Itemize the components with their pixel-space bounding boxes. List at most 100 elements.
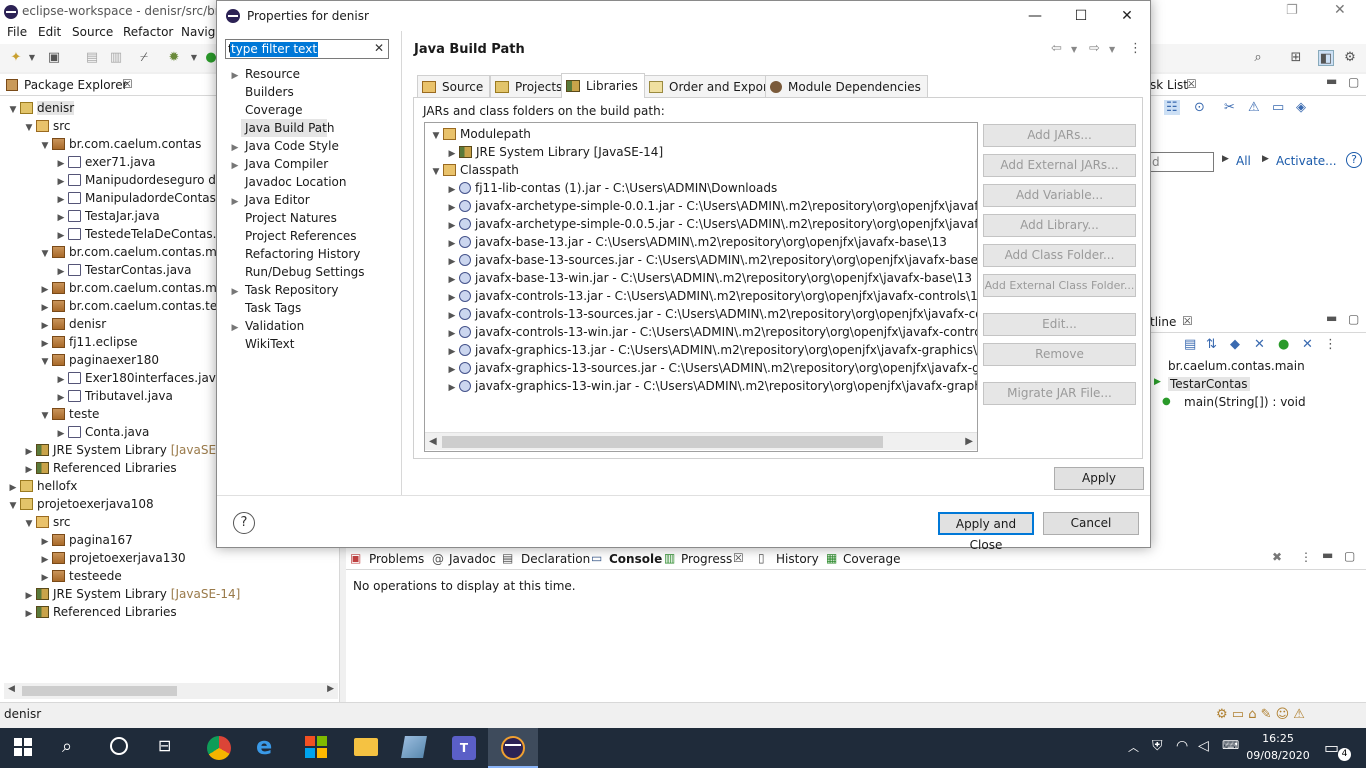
pkg-scroll-thumb[interactable]: [22, 686, 177, 696]
tray-expand-icon[interactable]: ︿: [1128, 739, 1139, 755]
dialog-minimize-button[interactable]: —: [1012, 5, 1058, 27]
add-library-button[interactable]: Add Library...: [983, 214, 1136, 237]
nav-item[interactable]: Project Natures: [225, 209, 393, 227]
package-tree-item[interactable]: ▶ Manipudordeseguro dev: [54, 171, 231, 189]
tab-progress[interactable]: Progress: [681, 552, 732, 566]
package-tree-item[interactable]: ▶ testeede: [38, 567, 122, 585]
view-menu-icon[interactable]: ⋮: [1324, 337, 1337, 352]
apply-button[interactable]: Apply: [1054, 467, 1144, 490]
package-tree-item[interactable]: ▶ Referenced Libraries: [22, 459, 177, 477]
scroll-left-icon[interactable]: ◀: [429, 433, 437, 451]
package-tree-item[interactable]: ▶ JRE System Library [JavaSE-14]: [22, 585, 241, 603]
task-toolbar-icon-1[interactable]: ☷: [1164, 100, 1180, 115]
task-view-icon[interactable]: ⊟: [158, 736, 171, 755]
nav-item[interactable]: Coverage: [225, 101, 393, 119]
tab-projects[interactable]: Projects: [490, 75, 570, 97]
collapse-arrow-icon[interactable]: ▼: [38, 353, 52, 371]
collapse-arrow-icon[interactable]: ▼: [429, 163, 443, 181]
dialog-close-button[interactable]: ✕: [1104, 5, 1150, 27]
jar-node[interactable]: ▶ fj11-lib-contas (1).jar - C:\Users\ADMI…: [445, 179, 778, 197]
task-toolbar-icon-2[interactable]: ⊙: [1194, 100, 1205, 115]
outline-collapse-icon[interactable]: ▤: [1184, 337, 1196, 352]
close-view-icon[interactable]: ☒: [122, 77, 133, 91]
outline-title[interactable]: tline: [1150, 315, 1176, 329]
package-tree-item[interactable]: ▶ br.com.caelum.contas.mod: [38, 279, 232, 297]
package-tree-item[interactable]: ▶ Tributavel.java: [54, 387, 173, 405]
package-tree-item[interactable]: ▶ Exer180interfaces.java: [54, 369, 224, 387]
package-tree-item[interactable]: ▶ br.com.caelum.contas.teste: [38, 297, 236, 315]
package-tree-item[interactable]: ▶ TestedeTelaDeContas.jav: [54, 225, 235, 243]
collapse-arrow-icon[interactable]: ▼: [6, 101, 20, 119]
tab-coverage[interactable]: Coverage: [843, 552, 901, 566]
save-all-icon[interactable]: ▥: [108, 50, 124, 66]
build-path-hscrollbar[interactable]: ◀ ▶: [425, 432, 977, 450]
nav-item[interactable]: Javadoc Location: [225, 173, 393, 191]
build-path-tree[interactable]: ▼ Modulepath ▶ JRE System Library [JavaSE-1…: [424, 122, 978, 452]
tab-console[interactable]: Console: [609, 552, 662, 566]
package-tree-item[interactable]: ▶ denisr: [38, 315, 107, 333]
package-tree-item[interactable]: ▶ pagina167: [38, 531, 133, 549]
add-jars-button[interactable]: Add JARs...: [983, 124, 1136, 147]
menu-file[interactable]: File: [7, 25, 27, 39]
open-type-icon[interactable]: ▣: [46, 50, 62, 66]
package-tree-item[interactable]: ▶ Conta.java: [54, 423, 150, 441]
close-view-icon[interactable]: ☒: [733, 551, 744, 565]
package-tree-item[interactable]: ▼ projetoexerjava108: [6, 495, 154, 513]
outline-package[interactable]: br.caelum.contas.main: [1168, 359, 1305, 373]
remove-button[interactable]: Remove: [983, 343, 1136, 366]
cortana-icon[interactable]: [110, 737, 128, 755]
nav-item[interactable]: ▶ Resource: [225, 65, 393, 83]
tab-order-export[interactable]: Order and Export: [644, 75, 780, 97]
add-variable-button[interactable]: Add Variable...: [983, 184, 1136, 207]
outline-class[interactable]: TestarContas: [1168, 377, 1250, 391]
package-tree-item[interactable]: ▼ denisr: [6, 99, 75, 119]
back-dropdown-icon[interactable]: ▼: [1071, 45, 1077, 54]
collapse-arrow-icon[interactable]: ▼: [429, 127, 443, 145]
outline-hide-fields-icon[interactable]: ◆: [1230, 337, 1240, 352]
minimize-view-icon[interactable]: ▬: [1322, 548, 1333, 562]
task-toolbar-icon-3[interactable]: ✂: [1224, 100, 1235, 115]
task-list-title[interactable]: sk List: [1150, 78, 1188, 92]
package-tree-item[interactable]: ▶ projetoexerjava130: [38, 549, 186, 567]
modulepath-node[interactable]: ▼ Modulepath: [429, 125, 531, 143]
migrate-jar-button[interactable]: Migrate JAR File...: [983, 382, 1136, 405]
outline-method[interactable]: main(String[]) : void: [1184, 395, 1306, 409]
eclipse-taskbar-button[interactable]: [488, 728, 538, 768]
package-tree-item[interactable]: ▼ teste: [38, 405, 100, 423]
debug-perspective-icon[interactable]: ⚙: [1342, 50, 1358, 66]
scroll-right-icon[interactable]: ▶: [327, 684, 334, 694]
save-icon[interactable]: ▤: [84, 50, 100, 66]
forward-dropdown-icon[interactable]: ▼: [1109, 45, 1115, 54]
maximize-view-icon[interactable]: ▢: [1348, 75, 1359, 89]
activate-arrow-icon[interactable]: ▶: [1262, 154, 1269, 164]
jre-library-node[interactable]: ▶ JRE System Library [JavaSE-14]: [445, 143, 664, 161]
maximize-view-icon[interactable]: ▢: [1344, 549, 1355, 563]
restore-window-icon[interactable]: ❐: [1286, 3, 1298, 18]
outline-hide-static-icon[interactable]: ✕: [1254, 337, 1265, 352]
jar-node[interactable]: ▶ javafx-graphics-13-sources.jar - C:\Use…: [445, 359, 977, 377]
all-link[interactable]: All: [1236, 154, 1251, 168]
tab-module-dependencies[interactable]: Module Dependencies: [765, 75, 928, 97]
find-arrow-icon[interactable]: ▶: [1222, 154, 1229, 164]
jar-node[interactable]: ▶ javafx-graphics-13-win.jar - C:\Users\A…: [445, 377, 977, 397]
apply-and-close-button[interactable]: Apply and Close: [938, 512, 1034, 552]
nav-item[interactable]: ▶ Validation: [225, 317, 393, 335]
expand-arrow-icon[interactable]: ▶: [445, 379, 459, 397]
help-icon[interactable]: ?: [233, 512, 255, 534]
nav-item[interactable]: ▶ Java Editor: [225, 191, 393, 209]
jar-node[interactable]: ▶ javafx-controls-13-win.jar - C:\Users\A…: [445, 323, 977, 341]
search-icon[interactable]: ⌕: [1250, 50, 1266, 66]
scroll-left-icon[interactable]: ◀: [8, 684, 15, 694]
debug-icon[interactable]: ✹: [166, 50, 182, 66]
jar-node[interactable]: ▶ javafx-controls-13.jar - C:\Users\ADMIN…: [445, 287, 977, 305]
nav-item[interactable]: Task Tags: [225, 299, 393, 317]
menu-source[interactable]: Source: [72, 25, 113, 39]
package-tree-item[interactable]: ▼ br.com.caelum.contas: [38, 135, 202, 153]
forward-icon[interactable]: ⇨: [1089, 41, 1100, 56]
expand-arrow-icon[interactable]: ▶: [22, 605, 36, 623]
package-tree-item[interactable]: ▶ hellofx: [6, 477, 78, 495]
status-icons[interactable]: ⚙ ▭ ⌂ ✎ ☺ ⚠: [1216, 707, 1305, 722]
dialog-maximize-button[interactable]: ☐: [1058, 5, 1104, 27]
store-icon[interactable]: [305, 736, 327, 758]
add-external-jars-button[interactable]: Add External JARs...: [983, 154, 1136, 177]
